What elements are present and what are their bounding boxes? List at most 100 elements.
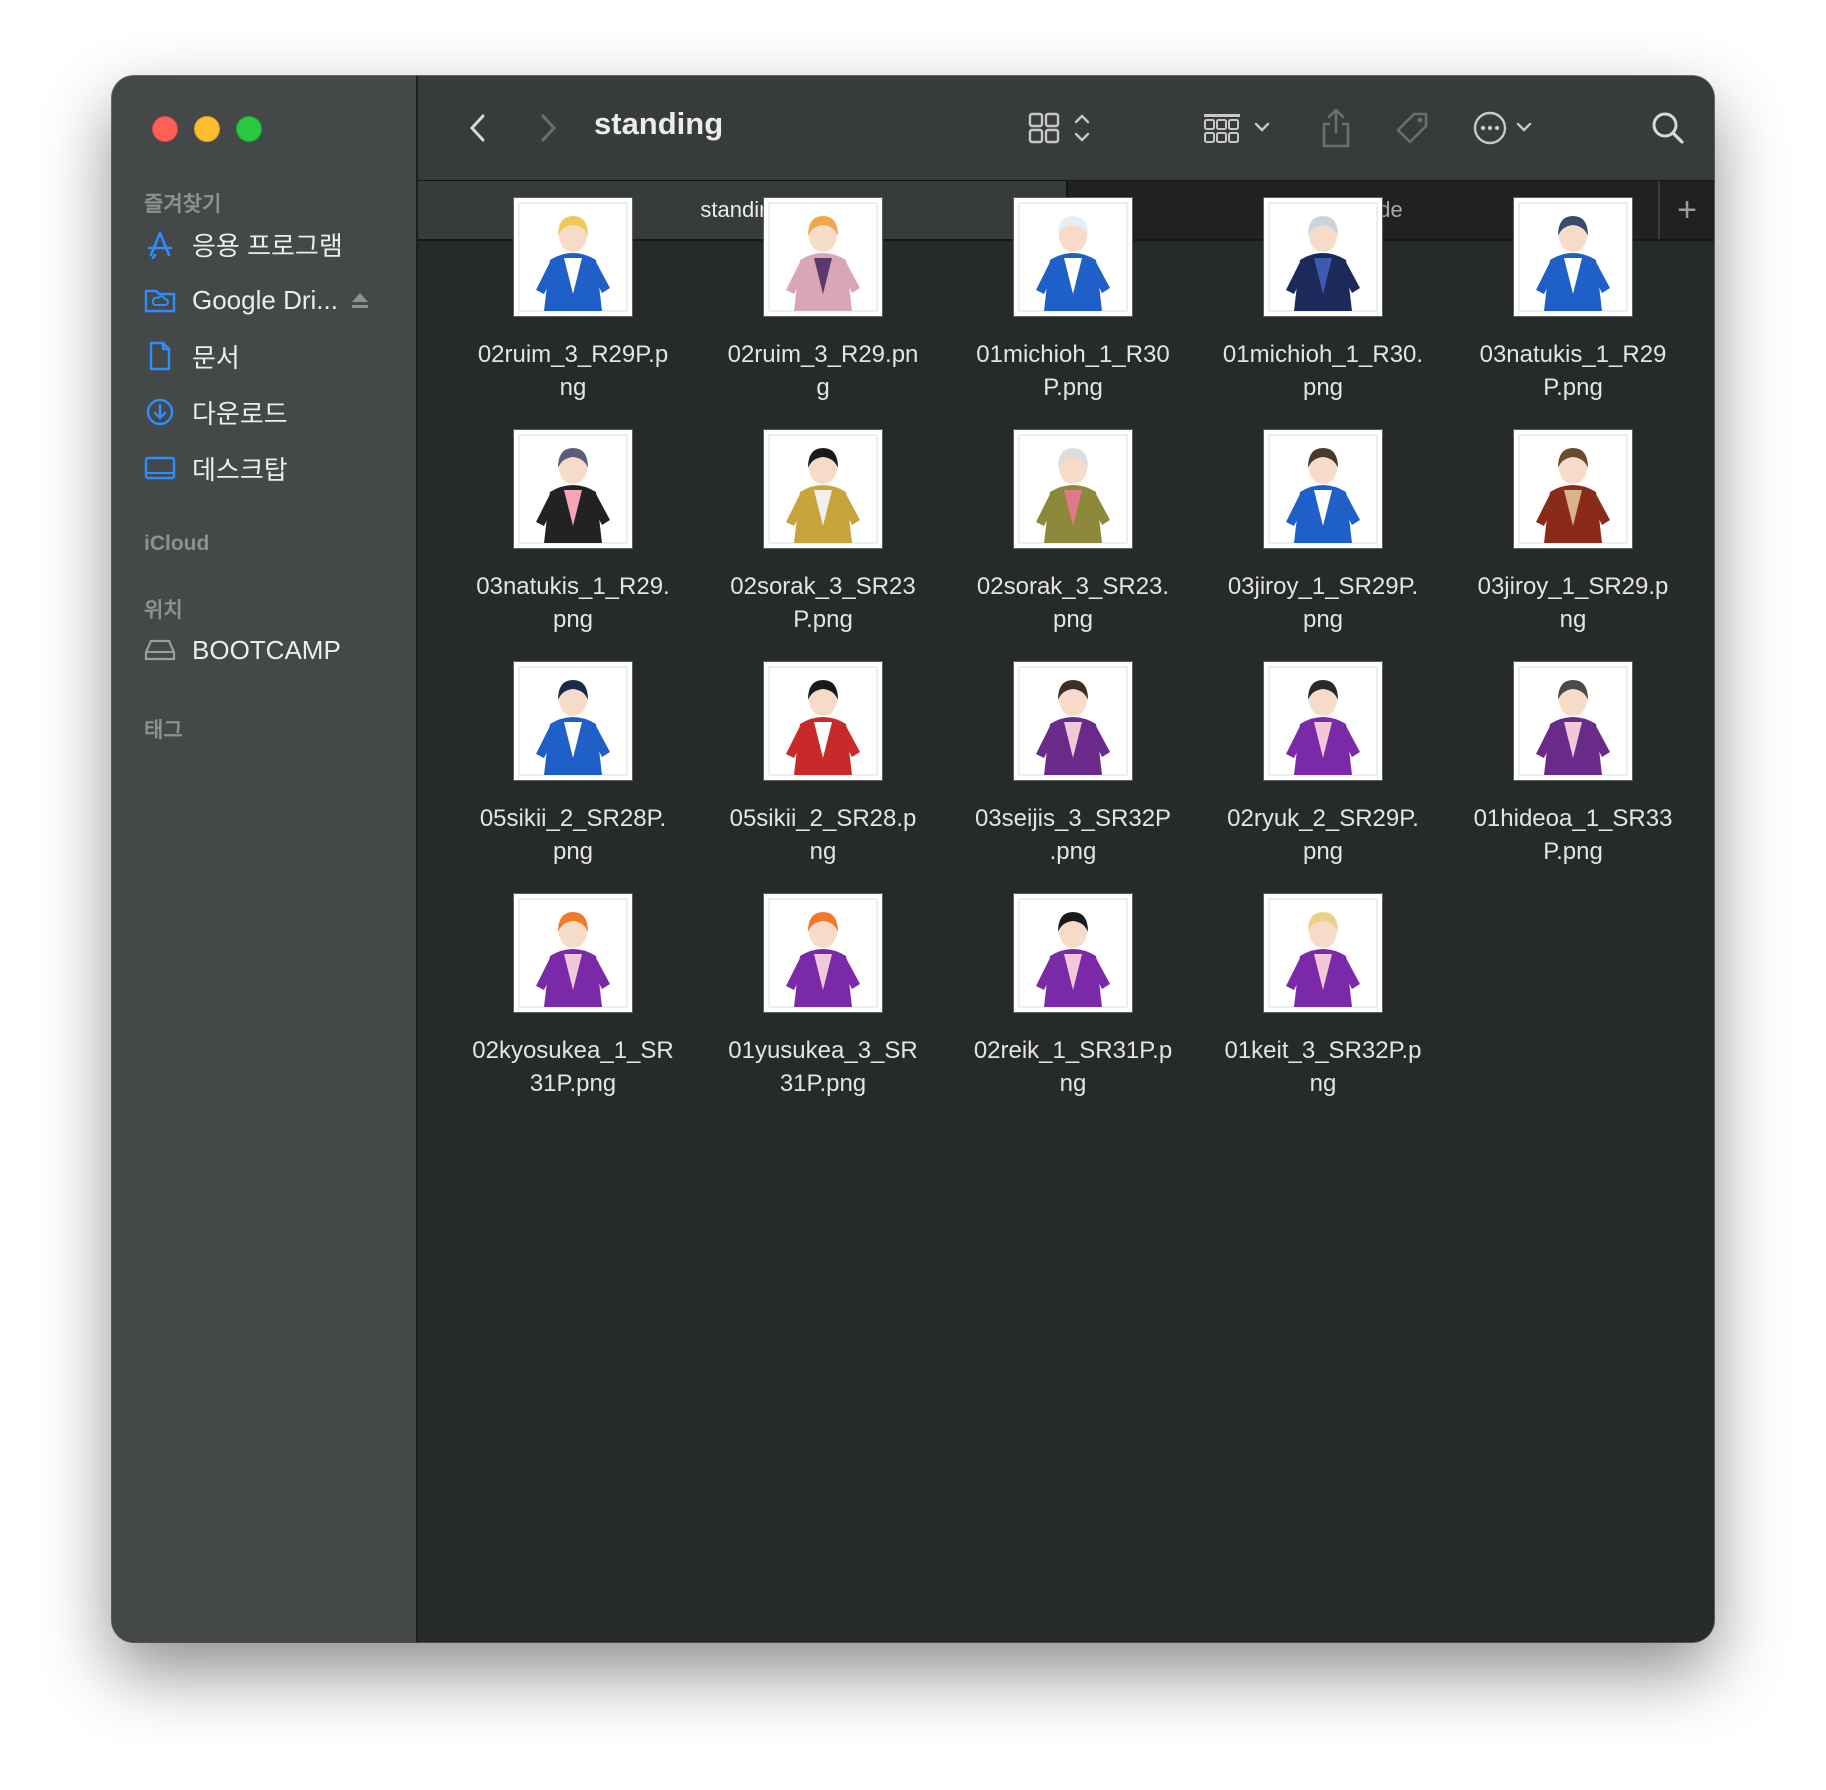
file-thumbnail[interactable] <box>1514 198 1632 316</box>
file-name: 02sorak_3_SR23. png <box>948 570 1198 636</box>
file-item[interactable]: 02ryuk_2_SR29P. png <box>1198 662 1448 882</box>
back-button[interactable] <box>458 108 498 148</box>
file-item[interactable]: 03jiroy_1_SR29P.png <box>1198 430 1448 650</box>
sidebar-item-applications[interactable]: 응용 프로그램 <box>144 224 343 264</box>
file-name: 02ruim_3_R29.pn g <box>698 338 948 404</box>
file-name-line-1: 02ruim_3_R29P.p <box>477 341 669 368</box>
minimize-button[interactable] <box>194 116 220 142</box>
file-name-line-1: 05sikii_2_SR28P. <box>479 805 667 832</box>
character-image <box>768 202 878 312</box>
file-item[interactable]: 01keit_3_SR32P.p ng <box>1198 894 1448 1114</box>
toolbar: standing <box>418 76 1714 180</box>
character-image <box>1518 666 1628 776</box>
file-item[interactable]: 02kyosukea_1_SR 31P.png <box>448 894 698 1114</box>
file-item[interactable]: 01michioh_1_R30 P.png <box>948 198 1198 418</box>
tag-button[interactable] <box>1388 104 1436 152</box>
file-item[interactable]: 05sikii_2_SR28P. png <box>448 662 698 882</box>
character-image <box>518 434 628 544</box>
file-thumbnail[interactable] <box>764 894 882 1012</box>
zoom-button[interactable] <box>236 116 262 142</box>
file-thumbnail[interactable] <box>1514 662 1632 780</box>
file-name-line-1: 02ruim_3_R29.pn <box>727 341 919 368</box>
file-item[interactable]: 02reik_1_SR31P.p ng <box>948 894 1198 1114</box>
file-thumbnail[interactable] <box>514 894 632 1012</box>
file-name-line-2: png <box>552 606 594 633</box>
character-image <box>1268 434 1378 544</box>
sidebar-item-desktop[interactable]: 데스크탑 <box>144 448 288 488</box>
eject-icon[interactable] <box>350 285 370 316</box>
file-thumbnail[interactable] <box>514 198 632 316</box>
file-thumbnail[interactable] <box>1014 894 1132 1012</box>
file-name: 02ryuk_2_SR29P. png <box>1198 802 1448 868</box>
file-thumbnail[interactable] <box>1264 894 1382 1012</box>
file-name-line-1: 02ryuk_2_SR29P. <box>1227 805 1419 832</box>
file-thumbnail[interactable] <box>764 662 882 780</box>
file-thumbnail[interactable] <box>514 662 632 780</box>
file-name: 03natukis_1_R29 P.png <box>1448 338 1698 404</box>
sidebar-item-documents[interactable]: 문서 <box>144 336 240 376</box>
file-thumbnail[interactable] <box>764 430 882 548</box>
character-image <box>768 898 878 1008</box>
sidebar-item-label: 다운로드 <box>192 398 288 429</box>
cloud-folder-icon <box>144 284 176 316</box>
file-item[interactable]: 03seijis_3_SR32P .png <box>948 662 1198 882</box>
sidebar-item-google-drive[interactable]: Google Dri... <box>144 280 370 320</box>
file-item[interactable]: 05sikii_2_SR28.p ng <box>698 662 948 882</box>
more-actions-button[interactable] <box>1468 104 1544 152</box>
file-thumbnail[interactable] <box>1014 430 1132 548</box>
file-item[interactable]: 02sorak_3_SR23. png <box>948 430 1198 650</box>
close-button[interactable] <box>152 116 178 142</box>
character-image <box>518 898 628 1008</box>
file-name-line-1: 02sorak_3_SR23. <box>976 573 1170 600</box>
desktop-icon <box>144 452 176 484</box>
sidebar-section-icloud: iCloud <box>144 532 210 555</box>
file-item[interactable]: 03natukis_1_R29. png <box>448 430 698 650</box>
sidebar-item-label: 문서 <box>192 342 240 373</box>
file-item[interactable]: 01michioh_1_R30. png <box>1198 198 1448 418</box>
icon-view-icon <box>1028 112 1090 144</box>
file-name: 05sikii_2_SR28.p ng <box>698 802 948 868</box>
file-name: 03natukis_1_R29. png <box>448 570 698 636</box>
sidebar-section-locations: 위치 <box>144 599 183 622</box>
group-button[interactable] <box>1198 104 1282 152</box>
file-thumbnail[interactable] <box>1014 662 1132 780</box>
file-item[interactable]: 02ruim_3_R29.pn g <box>698 198 948 418</box>
file-thumbnail[interactable] <box>1014 198 1132 316</box>
download-icon <box>144 396 176 428</box>
file-item[interactable]: 03jiroy_1_SR29.p ng <box>1448 430 1698 650</box>
file-name: 01michioh_1_R30 P.png <box>948 338 1198 404</box>
tag-icon <box>1396 112 1428 144</box>
file-name-line-1: 03jiroy_1_SR29P. <box>1227 573 1419 600</box>
character-image <box>518 202 628 312</box>
search-button[interactable] <box>1644 104 1692 152</box>
file-thumbnail[interactable] <box>514 430 632 548</box>
file-thumbnail[interactable] <box>1264 662 1382 780</box>
view-mode-button[interactable] <box>1022 104 1102 152</box>
sidebar-item-bootcamp[interactable]: BOOTCAMP <box>144 630 341 670</box>
character-image <box>1268 898 1378 1008</box>
file-thumbnail[interactable] <box>1264 198 1382 316</box>
file-thumbnail[interactable] <box>1514 430 1632 548</box>
file-item[interactable]: 01yusukea_3_SR 31P.png <box>698 894 948 1114</box>
file-item[interactable]: 02sorak_3_SR23 P.png <box>698 430 948 650</box>
share-button[interactable] <box>1312 102 1360 154</box>
file-name: 01yusukea_3_SR 31P.png <box>698 1034 948 1100</box>
sidebar-item-downloads[interactable]: 다운로드 <box>144 392 288 432</box>
file-name-line-1: 05sikii_2_SR28.p <box>729 805 917 832</box>
sidebar-item-label: Google Dri... <box>192 284 338 315</box>
file-name: 01keit_3_SR32P.p ng <box>1198 1034 1448 1100</box>
chevron-left-icon <box>469 114 485 142</box>
sidebar-section-favorites: 즐겨찾기 <box>144 193 222 216</box>
file-name-line-1: 02kyosukea_1_SR <box>472 1037 674 1064</box>
window-title: standing <box>594 106 724 141</box>
file-thumbnail[interactable] <box>1264 430 1382 548</box>
file-name-line-1: 03natukis_1_R29 <box>1479 341 1667 368</box>
sidebar-item-label: 응용 프로그램 <box>192 230 343 261</box>
file-thumbnail[interactable] <box>764 198 882 316</box>
file-item[interactable]: 03natukis_1_R29 P.png <box>1448 198 1698 418</box>
file-item[interactable]: 01hideoa_1_SR33 P.png <box>1448 662 1698 882</box>
file-name-line-2: png <box>1302 606 1344 633</box>
character-image <box>1018 898 1128 1008</box>
forward-button[interactable] <box>528 108 568 148</box>
file-item[interactable]: 02ruim_3_R29P.p ng <box>448 198 698 418</box>
